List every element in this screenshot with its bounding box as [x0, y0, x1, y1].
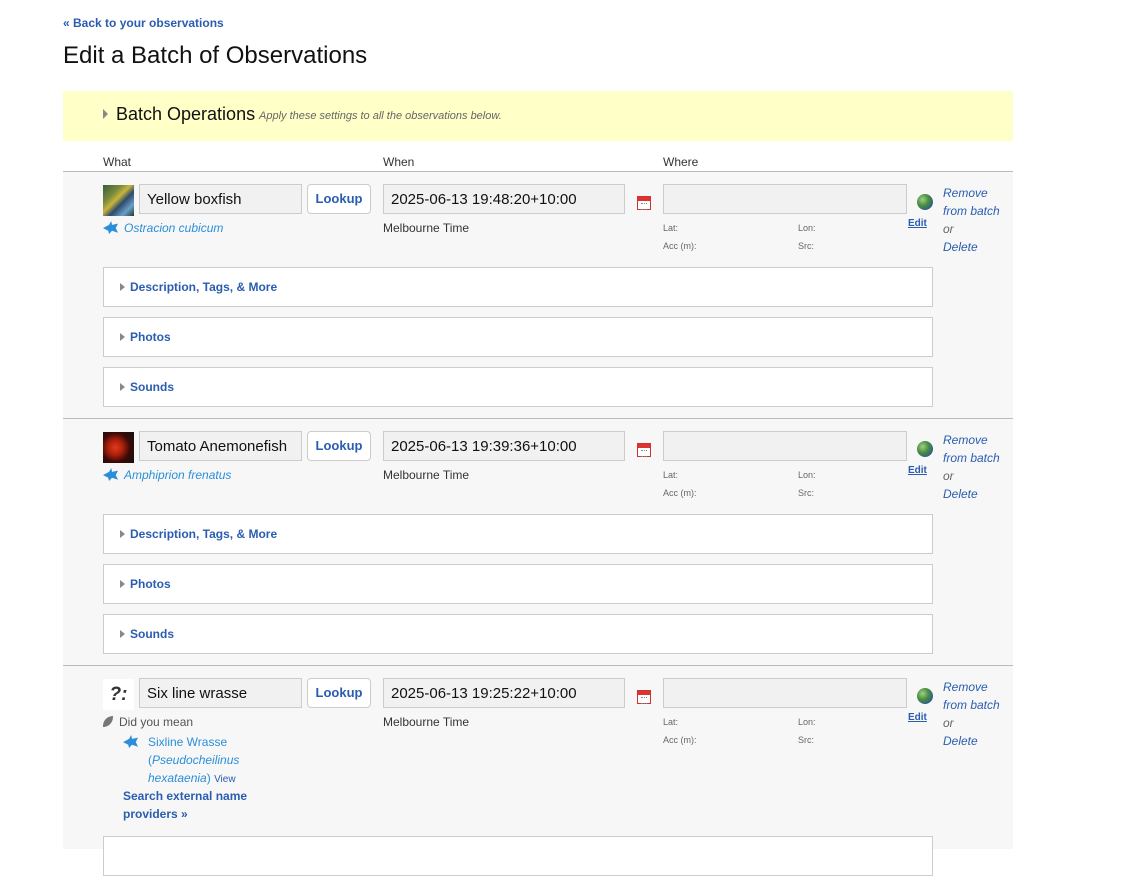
- row-actions: Remove from batch or Delete: [943, 184, 1013, 256]
- calendar-icon[interactable]: [637, 196, 651, 210]
- place-input[interactable]: [663, 678, 907, 708]
- expand-triangle-icon: [120, 530, 125, 538]
- expand-triangle-icon: [120, 580, 125, 588]
- accuracy-label: Acc (m):: [663, 241, 697, 251]
- expand-triangle-icon: [120, 383, 125, 391]
- section-label[interactable]: Photos: [130, 577, 171, 591]
- row-actions: Remove from batch or Delete: [943, 678, 1013, 750]
- did-you-mean: Did you mean: [103, 715, 193, 729]
- photos-section[interactable]: Photos: [103, 317, 933, 357]
- taxon-scientific-name[interactable]: Amphiprion frenatus: [124, 468, 231, 482]
- section-label[interactable]: Description, Tags, & More: [130, 280, 277, 294]
- expand-triangle-icon: [120, 333, 125, 341]
- globe-icon[interactable]: [917, 688, 933, 704]
- place-input[interactable]: [663, 184, 907, 214]
- lookup-button[interactable]: Lookup: [307, 184, 371, 214]
- lookup-button[interactable]: Lookup: [307, 431, 371, 461]
- delete-link[interactable]: Delete: [943, 734, 978, 748]
- timezone-label: Melbourne Time: [383, 221, 470, 235]
- page-title: Edit a Batch of Observations: [63, 42, 368, 69]
- expand-triangle-icon: [103, 109, 108, 119]
- accuracy-label: Acc (m):: [663, 488, 697, 498]
- timezone-label: Melbourne Time: [383, 715, 470, 729]
- row-actions: Remove from batch or Delete: [943, 431, 1013, 503]
- remove-from-batch-link[interactable]: Remove from batch: [943, 433, 1000, 465]
- or-text: or: [943, 222, 954, 236]
- edit-location-link[interactable]: Edit: [908, 218, 927, 229]
- description-tags-section[interactable]: Description, Tags, & More: [103, 514, 933, 554]
- species-name-input[interactable]: [139, 184, 302, 214]
- section-label[interactable]: Sounds: [130, 627, 174, 641]
- fish-iconic-taxon-icon: [103, 468, 118, 481]
- observed-on-input[interactable]: [383, 678, 625, 708]
- search-external-providers-link[interactable]: Search external name providers »: [123, 787, 263, 823]
- unknown-taxon-icon: ?:: [103, 679, 134, 710]
- view-taxon-link[interactable]: View: [214, 774, 236, 785]
- photos-section[interactable]: Photos: [103, 564, 933, 604]
- accuracy-label: Acc (m):: [663, 735, 697, 745]
- fish-iconic-taxon-icon: [103, 221, 118, 234]
- source-label: Src:: [798, 735, 815, 745]
- observed-on-input[interactable]: [383, 184, 625, 214]
- source-label: Src:: [798, 488, 815, 498]
- lon-label: Lon:: [798, 223, 816, 233]
- globe-icon[interactable]: [917, 441, 933, 457]
- expand-triangle-icon: [120, 630, 125, 638]
- suggestion-common-name[interactable]: Sixline Wrasse: [148, 735, 227, 749]
- or-text: or: [943, 469, 954, 483]
- description-tags-section[interactable]: Description, Tags, & More: [103, 267, 933, 307]
- batch-operations-panel[interactable]: Batch Operations Apply these settings to…: [63, 91, 1013, 141]
- sounds-section[interactable]: Sounds: [103, 614, 933, 654]
- back-to-observations-link[interactable]: « Back to your observations: [63, 16, 224, 30]
- leaf-icon: [103, 716, 113, 727]
- lookup-button[interactable]: Lookup: [307, 678, 371, 708]
- section-label[interactable]: Photos: [130, 330, 171, 344]
- batch-operations-hint: Apply these settings to all the observat…: [259, 110, 502, 122]
- observation-row: Lookup Ostracion cubicum Melbourne Time …: [63, 171, 1013, 419]
- section-label[interactable]: Description, Tags, & More: [130, 527, 277, 541]
- source-label: Src:: [798, 241, 815, 251]
- column-header-when: When: [383, 155, 415, 169]
- observed-on-input[interactable]: [383, 431, 625, 461]
- calendar-icon[interactable]: [637, 443, 651, 457]
- or-text: or: [943, 716, 954, 730]
- species-name-input[interactable]: [139, 431, 302, 461]
- description-tags-section[interactable]: [103, 836, 933, 876]
- column-header-where: Where: [663, 155, 699, 169]
- edit-location-link[interactable]: Edit: [908, 712, 927, 723]
- expand-triangle-icon: [120, 283, 125, 291]
- delete-link[interactable]: Delete: [943, 487, 978, 501]
- delete-link[interactable]: Delete: [943, 240, 978, 254]
- globe-icon[interactable]: [917, 194, 933, 210]
- edit-location-link[interactable]: Edit: [908, 465, 927, 476]
- taxon-link[interactable]: Ostracion cubicum: [103, 221, 223, 235]
- observation-thumbnail: [103, 432, 134, 463]
- lon-label: Lon:: [798, 717, 816, 727]
- lat-label: Lat:: [663, 470, 679, 480]
- timezone-label: Melbourne Time: [383, 468, 470, 482]
- remove-from-batch-link[interactable]: Remove from batch: [943, 680, 1000, 712]
- species-name-input[interactable]: [139, 678, 302, 708]
- fish-iconic-taxon-icon: [123, 735, 138, 748]
- observation-row: Lookup Amphiprion frenatus Melbourne Tim…: [63, 418, 1013, 666]
- observation-thumbnail: [103, 185, 134, 216]
- calendar-icon[interactable]: [637, 690, 651, 704]
- place-input[interactable]: [663, 431, 907, 461]
- lon-label: Lon:: [798, 470, 816, 480]
- batch-operations-label[interactable]: Batch Operations: [116, 104, 255, 125]
- lat-label: Lat:: [663, 717, 679, 727]
- did-you-mean-label: Did you mean: [119, 715, 194, 729]
- taxon-scientific-name[interactable]: Ostracion cubicum: [124, 221, 223, 235]
- lat-label: Lat:: [663, 223, 679, 233]
- section-label[interactable]: Sounds: [130, 380, 174, 394]
- taxon-link[interactable]: Amphiprion frenatus: [103, 468, 231, 482]
- observation-row: ?: Lookup Did you mean Sixline Wrasse (P…: [63, 665, 1013, 876]
- remove-from-batch-link[interactable]: Remove from batch: [943, 186, 1000, 218]
- column-header-what: What: [103, 155, 132, 169]
- sounds-section[interactable]: Sounds: [103, 367, 933, 407]
